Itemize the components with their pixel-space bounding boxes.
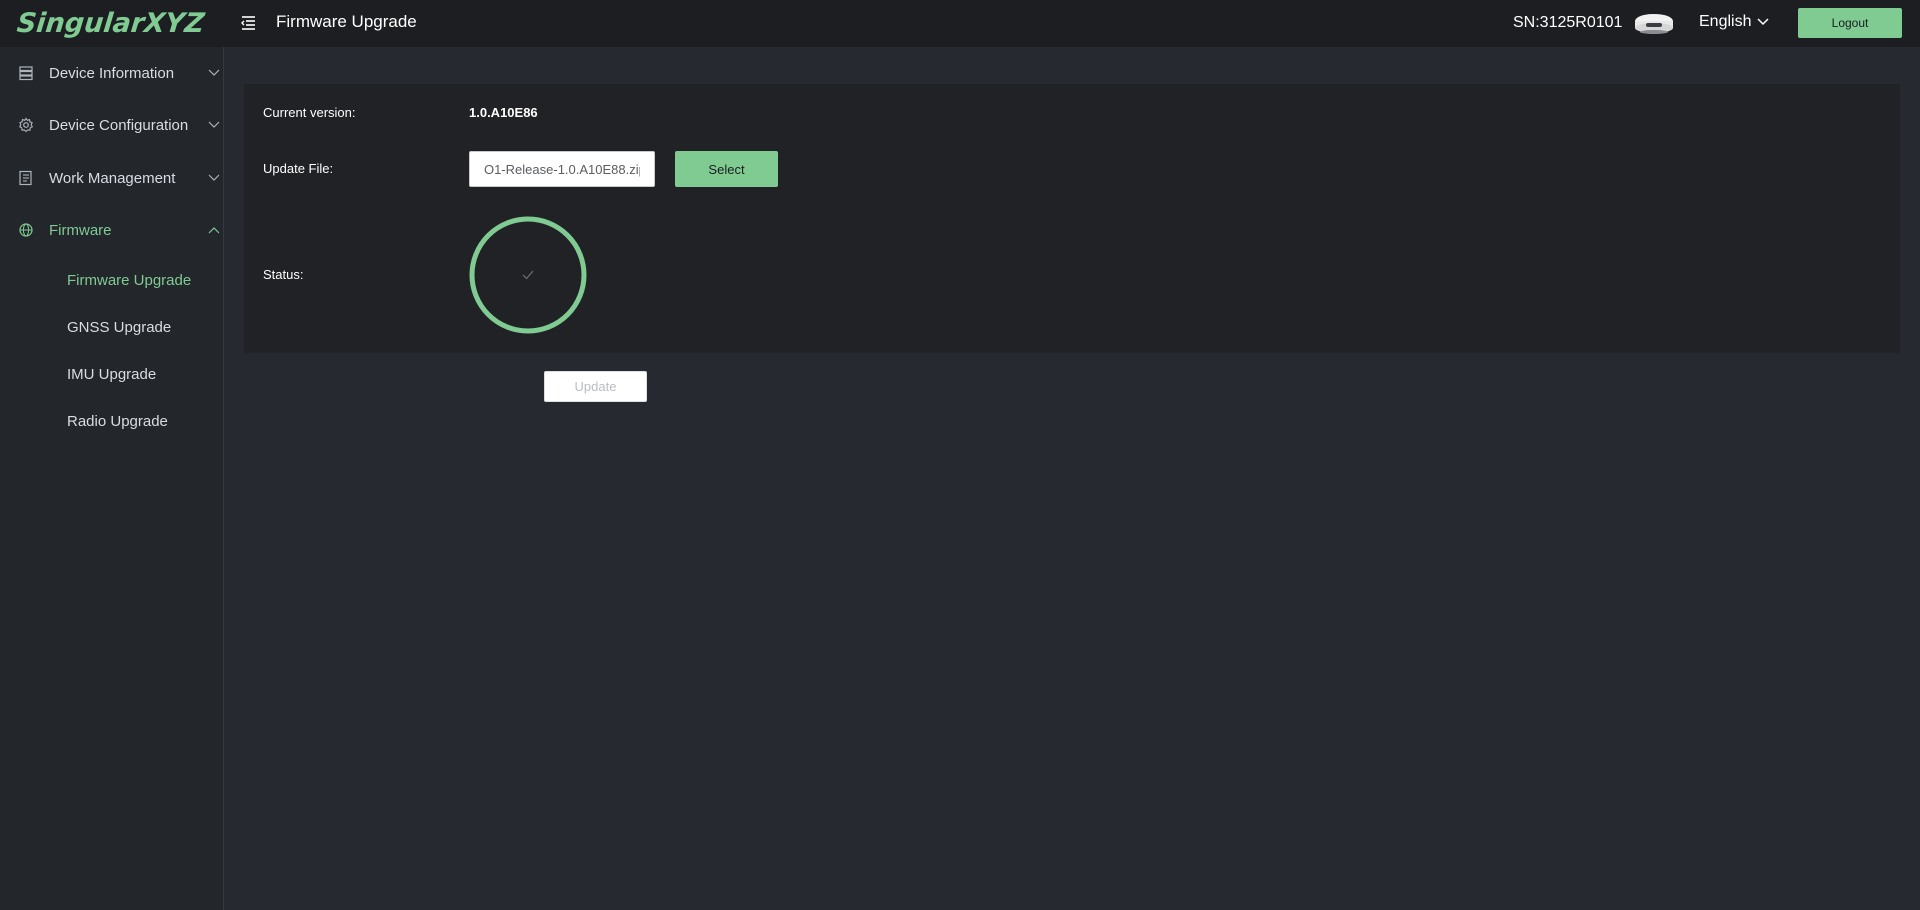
status-label: Status: [263, 267, 304, 282]
sidebar-subitem-label: GNSS Upgrade [67, 318, 172, 336]
sidebar-item-label: Firmware [49, 221, 112, 239]
update-file-label: Update File: [263, 161, 334, 176]
chevron-down-icon [208, 174, 220, 181]
chevron-up-icon [208, 227, 220, 234]
top-header: SingularXYZ Firmware Upgrade SN:3125R010… [0, 0, 1920, 47]
logout-button[interactable]: Logout [1798, 8, 1902, 38]
sidebar: Device Information Device Configuration … [0, 47, 224, 910]
sidebar-item-label: Device Information [49, 64, 175, 82]
globe-icon [19, 223, 33, 237]
sidebar-item-work-management[interactable]: Work Management [0, 158, 224, 198]
language-selector[interactable]: English [1699, 13, 1770, 31]
chevron-down-icon [208, 121, 220, 128]
receiver-device-icon [1635, 14, 1673, 34]
file-list-icon [19, 170, 32, 186]
sidebar-item-label: Work Management [49, 169, 176, 187]
current-version-value: 1.0.A10E86 [469, 105, 538, 120]
page-title: Firmware Upgrade [276, 12, 417, 31]
language-label: English [1699, 13, 1752, 30]
sidebar-subitem-radio-upgrade[interactable]: Radio Upgrade [0, 401, 224, 441]
sidebar-subitem-firmware-upgrade[interactable]: Firmware Upgrade [0, 260, 224, 300]
sidebar-subitem-imu-upgrade[interactable]: IMU Upgrade [0, 354, 224, 394]
update-file-input[interactable] [469, 151, 655, 187]
server-icon [19, 66, 33, 81]
chevron-down-icon [208, 69, 220, 76]
sidebar-item-device-configuration[interactable]: Device Configuration [0, 105, 224, 145]
brand-logo: SingularXYZ [15, 8, 206, 39]
update-button[interactable]: Update [544, 371, 647, 402]
sidebar-item-device-information[interactable]: Device Information [0, 53, 224, 93]
sidebar-item-firmware[interactable]: Firmware [0, 210, 224, 250]
chevron-down-icon [1757, 18, 1770, 26]
check-icon [522, 270, 534, 280]
sidebar-subitem-gnss-upgrade[interactable]: GNSS Upgrade [0, 307, 224, 347]
sidebar-subitem-label: Radio Upgrade [67, 412, 168, 430]
menu-toggle-icon[interactable] [240, 14, 260, 32]
status-progress-ring [469, 216, 587, 334]
serial-number: SN:3125R0101 [1513, 14, 1623, 31]
sidebar-item-label: Device Configuration [49, 116, 189, 134]
sidebar-subitem-label: Firmware Upgrade [67, 271, 192, 289]
select-file-button[interactable]: Select [675, 151, 778, 187]
current-version-label: Current version: [263, 105, 356, 120]
sidebar-subitem-label: IMU Upgrade [67, 365, 157, 383]
gear-icon [18, 117, 34, 133]
